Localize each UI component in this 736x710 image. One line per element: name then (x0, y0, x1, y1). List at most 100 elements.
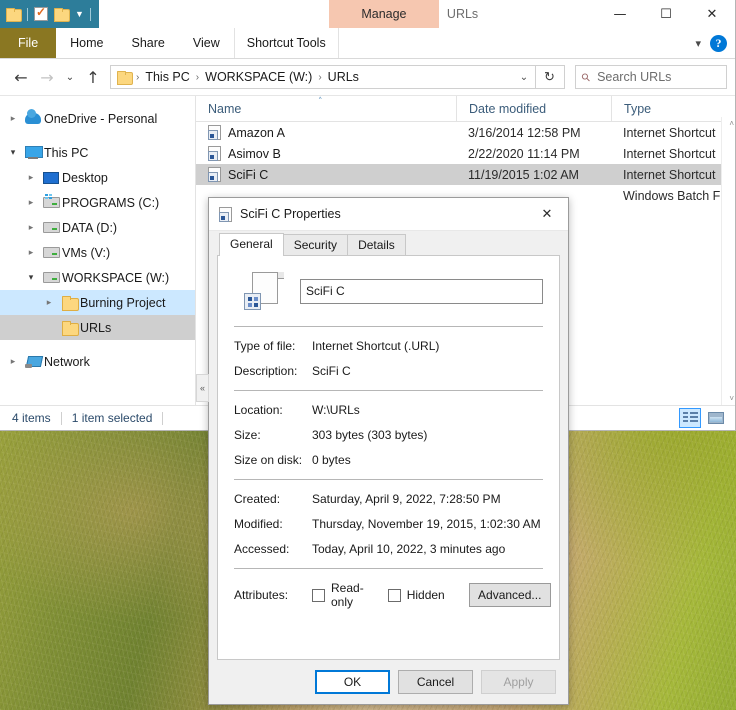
tree-expander-icon[interactable]: ▾ (4, 148, 22, 158)
tab-general[interactable]: General (219, 233, 284, 256)
value-location: W:\URLs (312, 403, 360, 417)
sidebar-item-data-d[interactable]: ▸ DATA (D:) (0, 215, 195, 240)
sidebar-item-network[interactable]: ▸ Network (0, 349, 195, 374)
value-size: 303 bytes (303 bytes) (312, 428, 428, 442)
readonly-checkbox[interactable] (312, 588, 325, 602)
hidden-label: Hidden (406, 588, 445, 602)
folder-icon[interactable] (6, 7, 22, 22)
field-modified: Modified: Thursday, November 19, 2015, 1… (234, 517, 543, 531)
tab-home[interactable]: Home (56, 28, 117, 58)
details-view-icon (682, 412, 698, 424)
sidebar-item-label: DATA (D:) (62, 220, 118, 235)
sidebar-item-urls[interactable]: URLs (0, 315, 195, 340)
cell-type: Internet Shortcut (623, 146, 716, 161)
forward-button[interactable]: → (34, 64, 60, 90)
new-folder-icon[interactable] (54, 7, 70, 22)
customize-qat-icon[interactable]: ▼ (75, 9, 84, 19)
table-row[interactable]: SciFi C 11/19/2015 1:02 AM Internet Shortc… (196, 164, 735, 185)
breadcrumb-item-this-pc[interactable]: This PC (141, 70, 193, 84)
tree-expander-icon[interactable]: ▸ (22, 198, 40, 208)
contextual-tab-group-manage[interactable]: Manage (328, 0, 439, 28)
properties-checkmark-icon[interactable] (34, 5, 48, 21)
dialog-tab-strip: General Security Details (209, 231, 568, 256)
dialog-close-button[interactable]: ✕ (526, 198, 568, 230)
tree-expander-icon[interactable]: ▸ (22, 248, 40, 258)
scroll-up-icon[interactable]: ˄ (729, 119, 734, 128)
scroll-down-icon[interactable]: ˅ (729, 394, 734, 403)
search-box[interactable]: ⚲ Search URLs (575, 65, 727, 89)
large-icons-view-button[interactable] (705, 408, 727, 428)
advanced-button[interactable]: Advanced... (468, 583, 551, 607)
close-button[interactable]: ✕ (689, 0, 735, 28)
properties-dialog: SciFi C Properties ✕ General Security De… (208, 197, 569, 705)
sidebar-item-label: This PC (44, 145, 89, 160)
navigation-pane-collapse-handle[interactable]: « (196, 374, 209, 402)
tree-expander-icon[interactable]: ▸ (22, 173, 40, 183)
tab-security[interactable]: Security (282, 234, 349, 256)
chevron-down-icon[interactable]: ▾ (695, 37, 701, 50)
tab-share[interactable]: Share (118, 28, 179, 58)
divider-1 (234, 326, 543, 327)
breadcrumb-item-urls[interactable]: URLs (324, 70, 363, 84)
tab-details[interactable]: Details (347, 234, 406, 256)
address-input[interactable]: › This PC › WORKSPACE (W:) › URLs ⌄ (110, 65, 536, 89)
filename-input[interactable] (300, 278, 543, 304)
table-row[interactable]: Asimov B 2/22/2020 11:14 PM Internet Short… (196, 143, 735, 164)
ok-button[interactable]: OK (315, 670, 390, 694)
help-button[interactable]: ? (710, 34, 727, 52)
recent-locations-button[interactable]: ⌄ (60, 64, 80, 90)
sidebar-item-label: Burning Project (80, 295, 166, 310)
tab-view[interactable]: View (179, 28, 234, 58)
sidebar-item-label: WORKSPACE (W:) (62, 270, 170, 285)
sidebar-item-programs-c[interactable]: ▸ PROGRAMS (C:) (0, 190, 195, 215)
value-accessed: Today, April 10, 2022, 3 minutes ago (312, 542, 506, 556)
table-row[interactable]: Amazon A 3/16/2014 12:58 PM Internet Short… (196, 122, 735, 143)
sidebar-item-onedrive-personal[interactable]: ▸ OneDrive - Personal (0, 106, 195, 131)
tree-expander-icon[interactable]: ▸ (40, 298, 58, 308)
value-modified: Thursday, November 19, 2015, 1:02:30 AM (312, 517, 541, 531)
cancel-button[interactable]: Cancel (398, 670, 473, 694)
sidebar-item-vms-v[interactable]: ▸ VMs (V:) (0, 240, 195, 265)
tree-expander-icon[interactable]: ▸ (22, 223, 40, 233)
breadcrumb-sep-0: › (136, 71, 140, 83)
general-tab-panel: Type of file: Internet Shortcut (.URL) D… (217, 256, 560, 660)
up-button[interactable]: ↑ (80, 64, 106, 90)
dialog-title: SciFi C Properties (240, 207, 341, 221)
tab-file[interactable]: File (0, 28, 57, 58)
sidebar-item-workspace-w[interactable]: ▾ WORKSPACE (W:) (0, 265, 195, 290)
details-view-button[interactable] (679, 408, 701, 428)
quick-access-toolbar: ▼ (0, 0, 99, 28)
value-type-of-file: Internet Shortcut (.URL) (312, 339, 440, 353)
cell-name-text: Amazon A (228, 125, 285, 140)
back-button[interactable]: ← (8, 64, 34, 90)
column-header-type[interactable]: Type (611, 95, 735, 122)
column-header-name[interactable]: Name (196, 96, 456, 122)
sidebar-item-burning-project[interactable]: ▸ Burning Project (0, 290, 195, 315)
minimize-button[interactable]: — (597, 0, 643, 28)
sidebar-item-this-pc[interactable]: ▾ This PC (0, 140, 195, 165)
maximize-button[interactable]: ☐ (643, 0, 689, 28)
tab-shortcut-tools[interactable]: Shortcut Tools (233, 28, 339, 58)
apply-button[interactable]: Apply (481, 670, 556, 694)
breadcrumb-sep-1: › (195, 71, 200, 83)
column-header-date-modified[interactable]: Date modified (456, 95, 611, 122)
hidden-checkbox[interactable] (387, 588, 401, 602)
ribbon-right-controls: ▾ ? (695, 28, 735, 58)
tree-expander-icon[interactable]: ▸ (4, 114, 22, 124)
list-scrollbar[interactable]: ˄ ˅ (721, 117, 735, 405)
divider-3 (234, 479, 543, 480)
address-dropdown-icon[interactable]: ⌄ (513, 72, 535, 83)
qat-divider (27, 7, 28, 21)
cell-name: SciFi C (196, 167, 456, 182)
tree-expander-icon[interactable]: ▾ (22, 273, 40, 283)
breadcrumb-item-workspace[interactable]: WORKSPACE (W:) (201, 70, 316, 84)
ribbon-tab-bar: File Home Share View Shortcut Tools ▾ ? (0, 28, 735, 59)
cell-type: Internet Shortcut (623, 167, 716, 182)
breadcrumb-sep-2: › (318, 71, 322, 83)
tree-expander-icon[interactable]: ▸ (4, 357, 22, 367)
sidebar-item-desktop[interactable]: ▸ Desktop (0, 165, 195, 190)
label-created: Created: (234, 492, 281, 506)
dialog-title-bar: SciFi C Properties ✕ (209, 198, 568, 231)
refresh-button[interactable]: ↻ (535, 65, 565, 89)
